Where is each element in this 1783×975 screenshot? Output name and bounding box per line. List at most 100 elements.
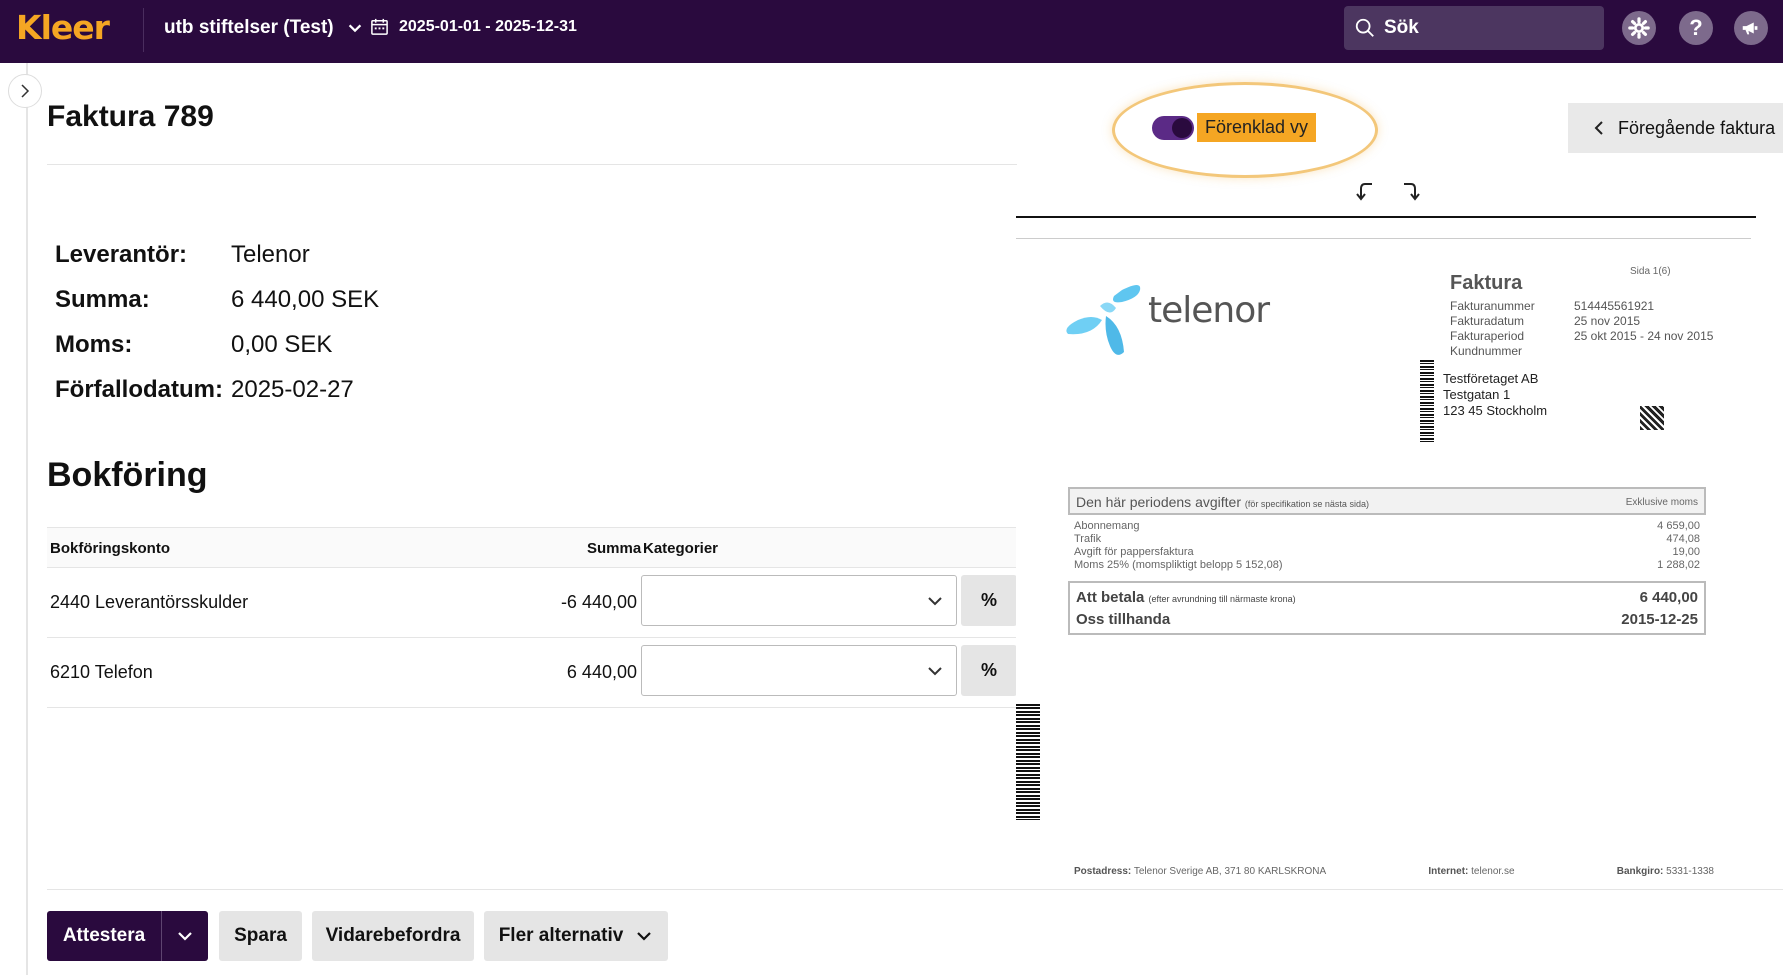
charge-label: Avgift för pappersfaktura bbox=[1074, 546, 1194, 558]
topbar-divider bbox=[143, 8, 144, 52]
list-item: Abonnemang 4 659,00 bbox=[1074, 520, 1700, 533]
doc-meta-row: Fakturadatum 25 nov 2015 bbox=[1450, 314, 1713, 329]
detail-label: Moms: bbox=[55, 330, 133, 358]
approve-button[interactable]: Attestera bbox=[47, 925, 161, 947]
previous-invoice-button[interactable]: Föregående faktura bbox=[1568, 103, 1783, 153]
charges-title: Den här periodens avgifter bbox=[1076, 494, 1241, 510]
telenor-wordmark: telenor bbox=[1148, 290, 1270, 331]
detail-value: 0,00 SEK bbox=[231, 330, 333, 358]
charges-note: (för specifikation se nästa sida) bbox=[1244, 499, 1369, 509]
rotate-left-icon[interactable] bbox=[1355, 180, 1377, 202]
header-account: Bokföringskonto bbox=[50, 540, 170, 557]
detail-label: Leverantör: bbox=[55, 240, 188, 268]
doc-meta-row: Fakturaperiod 25 okt 2015 - 24 nov 2015 bbox=[1450, 329, 1713, 344]
address-line: Testgatan 1 bbox=[1443, 387, 1511, 402]
charge-label: Trafik bbox=[1074, 533, 1102, 545]
charges-list: Abonnemang 4 659,00 Trafik 474,08 Avgift f… bbox=[1074, 520, 1700, 572]
more-options-button[interactable]: Fler alternativ bbox=[484, 911, 668, 961]
detail-label: Summa: bbox=[55, 285, 150, 313]
doc-meta-row: Kundnummer bbox=[1450, 344, 1713, 359]
rotate-right-icon[interactable] bbox=[1399, 180, 1421, 202]
amount-due-box: Att betala (efter avrundning till närmas… bbox=[1068, 581, 1706, 635]
table-row: 6210 Telefon 6 440,00 % bbox=[47, 638, 1017, 708]
percent-button[interactable]: % bbox=[961, 575, 1017, 626]
search-input[interactable]: Sök bbox=[1344, 6, 1604, 50]
category-select[interactable] bbox=[641, 575, 957, 626]
footer-divider bbox=[47, 889, 1783, 890]
footer-key: Internet: bbox=[1428, 866, 1469, 877]
table-row: 2440 Leverantörsskulder -6 440,00 % bbox=[47, 568, 1017, 638]
chevron-down-icon bbox=[928, 667, 942, 676]
chevron-down-icon bbox=[928, 597, 942, 606]
search-placeholder: Sök bbox=[1384, 17, 1419, 38]
to-pay-label-wrap: Att betala (efter avrundning till närmas… bbox=[1076, 589, 1296, 606]
meta-value: 25 okt 2015 - 24 nov 2015 bbox=[1574, 329, 1714, 343]
row-account: 6210 Telefon bbox=[50, 662, 153, 682]
expand-sidebar-button[interactable] bbox=[8, 74, 42, 108]
simplified-view-label: Förenklad vy bbox=[1197, 113, 1317, 142]
doc-meta: Fakturanummer 514445561921 Fakturadatum 25… bbox=[1450, 299, 1713, 359]
due-row: Oss tillhanda 2015-12-25 bbox=[1076, 611, 1698, 628]
category-select[interactable] bbox=[641, 645, 957, 696]
search-icon bbox=[1355, 18, 1374, 37]
announcements-button[interactable] bbox=[1734, 11, 1768, 45]
charges-right: Exklusive moms bbox=[1625, 497, 1698, 508]
address-line: 123 45 Stockholm bbox=[1443, 403, 1548, 418]
toggle-switch[interactable] bbox=[1152, 115, 1194, 140]
forward-button[interactable]: Vidarebefordra bbox=[312, 911, 474, 961]
help-icon: ? bbox=[1689, 15, 1703, 40]
charge-label: Abonnemang bbox=[1074, 520, 1140, 532]
page-title: Faktura 789 bbox=[47, 100, 214, 133]
footer-value: Telenor Sverige AB, 371 80 KARLSKRONA bbox=[1133, 866, 1327, 877]
meta-key: Fakturanummer bbox=[1450, 299, 1535, 313]
organization-selector[interactable]: utb stiftelser (Test) bbox=[164, 17, 364, 39]
charge-value: 4 659,00 bbox=[1657, 520, 1700, 532]
row-account: 2440 Leverantörsskulder bbox=[50, 592, 249, 612]
doc-footer: Postadress: Telenor Sverige AB, 371 80 K… bbox=[1074, 866, 1714, 877]
row-sum: 6 440,00 bbox=[566, 662, 637, 682]
chevron-left-icon bbox=[1594, 121, 1603, 135]
kleer-logo[interactable]: Kleer bbox=[16, 8, 110, 48]
megaphone-icon bbox=[1742, 22, 1758, 35]
invoice-document-preview: telenor Sida 1(6) Faktura Fakturanummer 5… bbox=[1016, 236, 1751, 886]
footer-key: Postadress: bbox=[1074, 866, 1132, 877]
list-item: Trafik 474,08 bbox=[1074, 533, 1700, 546]
doc-page: Sida 1(6) bbox=[1630, 266, 1671, 277]
top-bar: Kleer utb stiftelser (Test) 2025-01-01 -… bbox=[0, 0, 1783, 63]
charge-value: 1 288,02 bbox=[1657, 559, 1700, 571]
list-item: Avgift för pappersfaktura 19,00 bbox=[1074, 546, 1700, 559]
detail-value: Telenor bbox=[231, 240, 310, 268]
divider bbox=[47, 164, 1017, 165]
more-options-label: Fler alternativ bbox=[498, 925, 624, 946]
gear-icon bbox=[1628, 17, 1650, 39]
meta-key: Fakturaperiod bbox=[1450, 329, 1525, 343]
settings-button[interactable] bbox=[1622, 11, 1656, 45]
footer-item: Postadress: Telenor Sverige AB, 371 80 K… bbox=[1074, 866, 1326, 877]
list-item: Moms 25% (momspliktigt belopp 5 152,08) 1… bbox=[1074, 559, 1700, 572]
detail-value: 6 440,00 SEK bbox=[231, 285, 380, 313]
charges-title-wrap: Den här periodens avgifter (för specifik… bbox=[1076, 494, 1369, 510]
save-button[interactable]: Spara bbox=[219, 911, 302, 961]
approve-options-button[interactable] bbox=[162, 927, 208, 945]
toggle-knob bbox=[1172, 117, 1192, 138]
doc-address: Testföretaget AB Testgatan 1 123 45 Stoc… bbox=[1443, 371, 1547, 419]
simplified-view-toggle[interactable]: Förenklad vy bbox=[1152, 113, 1317, 142]
detail-row-vat: Moms: 0,00 SEK bbox=[55, 322, 379, 367]
charge-label: Moms 25% (momspliktigt belopp 5 152,08) bbox=[1074, 559, 1283, 571]
viewer-divider bbox=[1016, 216, 1756, 218]
percent-button[interactable]: % bbox=[961, 645, 1017, 696]
due-value: 2015-12-25 bbox=[1621, 611, 1698, 628]
date-range-selector[interactable]: 2025-01-01 - 2025-12-31 bbox=[370, 17, 577, 36]
help-button[interactable]: ? bbox=[1679, 11, 1713, 45]
meta-key: Fakturadatum bbox=[1450, 314, 1525, 328]
to-pay-value: 6 440,00 bbox=[1639, 589, 1698, 606]
due-label: Oss tillhanda bbox=[1076, 611, 1171, 628]
to-pay-label: Att betala bbox=[1076, 589, 1145, 606]
meta-key: Kundnummer bbox=[1450, 344, 1523, 358]
previous-invoice-label: Föregående faktura bbox=[1618, 117, 1776, 138]
charge-value: 19,00 bbox=[1672, 546, 1700, 558]
footer-key: Bankgiro: bbox=[1616, 866, 1664, 877]
side-rail bbox=[26, 63, 28, 975]
charge-value: 474,08 bbox=[1666, 533, 1700, 545]
meta-value: 514445561921 bbox=[1574, 299, 1655, 313]
